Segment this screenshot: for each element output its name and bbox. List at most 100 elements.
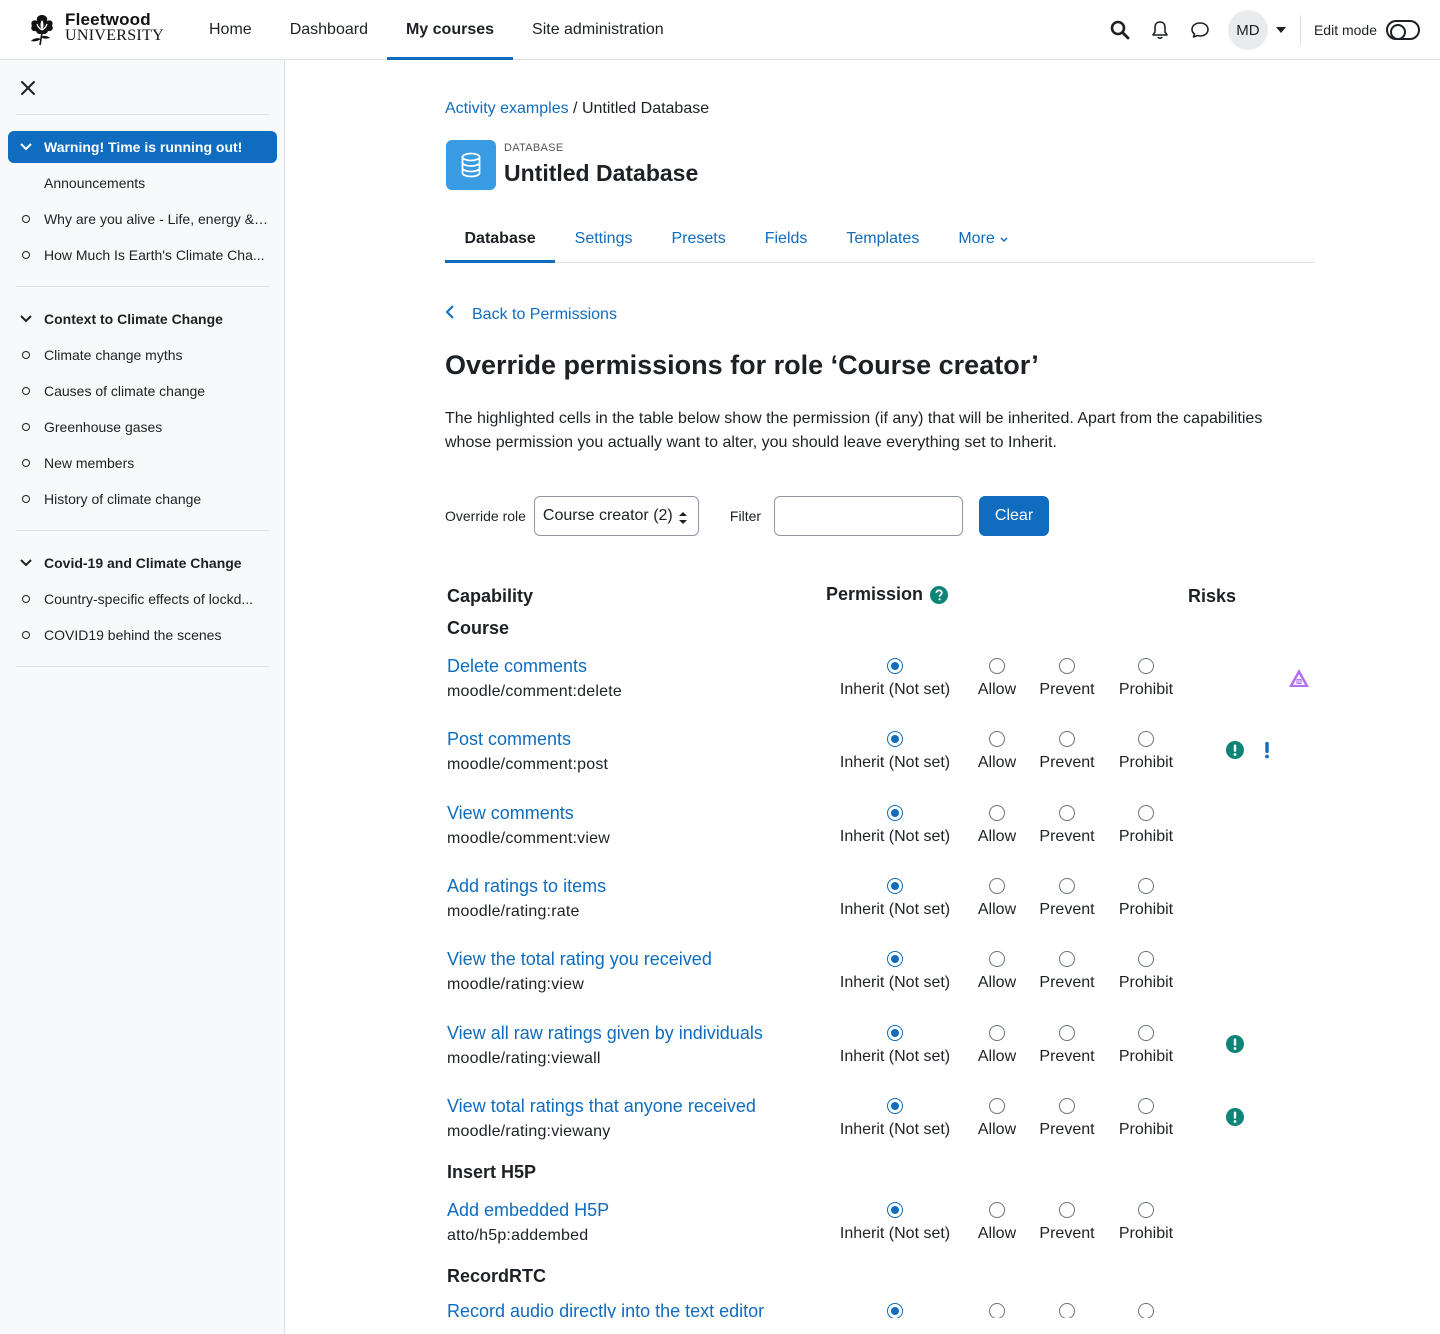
- permission-radio[interactable]: [887, 1025, 903, 1041]
- tab-more[interactable]: More: [939, 218, 1027, 263]
- permission-option-label: Prevent: [1039, 1225, 1095, 1242]
- permission-radio[interactable]: [1138, 1303, 1154, 1318]
- drawer-divider: [16, 666, 269, 667]
- permission-radio[interactable]: [1138, 1202, 1154, 1218]
- capability-name-link[interactable]: Post comments: [447, 729, 571, 750]
- permission-radio[interactable]: [1059, 878, 1075, 894]
- privacy-risk-icon[interactable]: [1226, 1108, 1244, 1131]
- permission-radio[interactable]: [887, 805, 903, 821]
- permission-radio[interactable]: [1059, 1303, 1075, 1318]
- nav-my-courses[interactable]: My courses: [386, 0, 514, 60]
- chat-bubble-icon: [1191, 22, 1209, 38]
- permission-radio[interactable]: [1138, 951, 1154, 967]
- permission-radio[interactable]: [1059, 658, 1075, 674]
- data-loss-risk-icon[interactable]: [1288, 668, 1310, 693]
- permission-radio[interactable]: [887, 951, 903, 967]
- drawer-divider: [16, 114, 269, 115]
- capability-name-link[interactable]: View total ratings that anyone received: [447, 1096, 756, 1117]
- permission-option-label: Inherit (Not set): [839, 1121, 951, 1138]
- section-covid19-and-climate-change[interactable]: Covid-19 and Climate Change: [8, 547, 277, 579]
- permission-radio[interactable]: [1138, 658, 1154, 674]
- permission-radio[interactable]: [887, 1098, 903, 1114]
- help-icon[interactable]: [930, 585, 949, 604]
- section-warning-time-running-out[interactable]: Warning! Time is running out!: [8, 131, 277, 163]
- section-context-to-climate-change[interactable]: Context to Climate Change: [8, 303, 277, 335]
- tab-templates[interactable]: Templates: [827, 218, 939, 263]
- privacy-risk-icon[interactable]: [1226, 1035, 1244, 1058]
- drawer-item-why-are-you-alive[interactable]: Why are you alive - Life, energy & ...: [16, 201, 269, 237]
- permission-radio[interactable]: [887, 731, 903, 747]
- breadcrumb-separator: /: [568, 100, 582, 117]
- chevron-down-icon: [20, 143, 32, 151]
- capability-name-link[interactable]: Add embedded H5P: [447, 1200, 609, 1221]
- messages-button[interactable]: [1180, 10, 1220, 50]
- permission-radio[interactable]: [989, 731, 1005, 747]
- permission-radio[interactable]: [887, 878, 903, 894]
- drawer-item-causes-of-climate-change[interactable]: Causes of climate change: [16, 373, 269, 409]
- permission-radio[interactable]: [989, 878, 1005, 894]
- override-role-select[interactable]: Course creator (2): [533, 496, 699, 536]
- permission-option-label: Prohibit: [1118, 974, 1174, 991]
- brand-subtitle: UNIVERSITY: [65, 27, 164, 44]
- user-menu-caret-icon[interactable]: [1275, 27, 1286, 33]
- back-to-permissions-link[interactable]: Back to Permissions: [445, 304, 617, 325]
- permission-radio[interactable]: [1059, 1025, 1075, 1041]
- search-button[interactable]: [1100, 10, 1140, 50]
- drawer-item-earths-climate[interactable]: How Much Is Earth's Climate Cha...: [16, 237, 269, 273]
- breadcrumb-parent-link[interactable]: Activity examples: [445, 100, 569, 117]
- tab-settings[interactable]: Settings: [555, 218, 652, 263]
- tab-presets[interactable]: Presets: [652, 218, 745, 263]
- permission-radio[interactable]: [1138, 878, 1154, 894]
- permission-option-label: Prohibit: [1118, 1225, 1174, 1242]
- capability-name-link[interactable]: Add ratings to items: [447, 876, 606, 897]
- drawer-item-greenhouse-gases[interactable]: Greenhouse gases: [16, 409, 269, 445]
- permission-radio[interactable]: [989, 805, 1005, 821]
- capability-name-link[interactable]: View comments: [447, 803, 574, 824]
- edit-mode-toggle[interactable]: [1386, 20, 1420, 40]
- permission-radio[interactable]: [989, 1098, 1005, 1114]
- activity-circle-icon: [22, 387, 30, 395]
- capability-name-link[interactable]: View all raw ratings given by individual…: [447, 1023, 763, 1044]
- permission-radio[interactable]: [887, 1202, 903, 1218]
- chevron-down-icon: [1000, 237, 1008, 243]
- permission-radio[interactable]: [1138, 731, 1154, 747]
- permission-radio[interactable]: [1059, 731, 1075, 747]
- permission-radio[interactable]: [989, 951, 1005, 967]
- permission-radio[interactable]: [1059, 951, 1075, 967]
- permission-radio[interactable]: [887, 658, 903, 674]
- drawer-item-announcements[interactable]: Announcements: [16, 165, 269, 201]
- permission-radio[interactable]: [1138, 1025, 1154, 1041]
- nav-dashboard[interactable]: Dashboard: [271, 0, 387, 60]
- permission-radio[interactable]: [989, 1303, 1005, 1318]
- nav-site-administration[interactable]: Site administration: [513, 0, 683, 60]
- spam-risk-icon[interactable]: [1262, 741, 1272, 764]
- clear-button[interactable]: Clear: [979, 496, 1050, 536]
- drawer-item-new-members[interactable]: New members: [16, 445, 269, 481]
- site-logo[interactable]: Fleetwood UNIVERSITY: [24, 10, 174, 50]
- permission-radio[interactable]: [989, 1025, 1005, 1041]
- permission-radio[interactable]: [989, 658, 1005, 674]
- permission-radio[interactable]: [989, 1202, 1005, 1218]
- privacy-risk-icon[interactable]: [1226, 741, 1244, 764]
- drawer-item-covid19-behind-the-scenes[interactable]: COVID19 behind the scenes: [16, 617, 269, 653]
- activity-type-label: DATABASE: [504, 142, 564, 154]
- capability-name-link[interactable]: View the total rating you received: [447, 949, 712, 970]
- user-avatar[interactable]: MD: [1227, 10, 1268, 50]
- capability-name-link[interactable]: Delete comments: [447, 656, 587, 677]
- notifications-button[interactable]: [1140, 10, 1180, 50]
- permission-radio[interactable]: [1059, 1202, 1075, 1218]
- filter-input[interactable]: [774, 496, 964, 536]
- permission-radio[interactable]: [1138, 805, 1154, 821]
- tab-fields[interactable]: Fields: [745, 218, 827, 263]
- drawer-item-climate-change-myths[interactable]: Climate change myths: [16, 337, 269, 373]
- tab-database[interactable]: Database: [445, 218, 556, 263]
- permission-radio[interactable]: [1059, 1098, 1075, 1114]
- permission-radio[interactable]: [1138, 1098, 1154, 1114]
- permission-radio[interactable]: [887, 1303, 903, 1318]
- drawer-item-country-specific-effects[interactable]: Country-specific effects of lockd...: [16, 581, 269, 617]
- close-drawer-button[interactable]: [16, 76, 40, 100]
- capability-name-link[interactable]: Record audio directly into the text edit…: [447, 1301, 764, 1318]
- nav-home[interactable]: Home: [190, 0, 271, 60]
- drawer-item-history-of-climate-change[interactable]: History of climate change: [16, 481, 269, 517]
- permission-radio[interactable]: [1059, 805, 1075, 821]
